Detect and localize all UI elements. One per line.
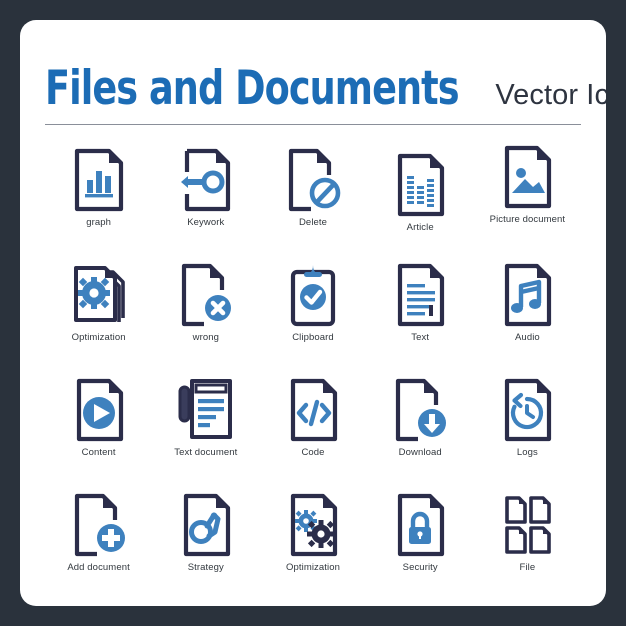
- icon-label: Clipboard: [292, 332, 334, 343]
- icon-label: Audio: [515, 332, 540, 343]
- icon-label: Security: [402, 562, 438, 573]
- icon-cell-wrong[interactable]: wrong: [152, 262, 259, 377]
- icon-cell-keywork[interactable]: Keywork: [152, 147, 259, 262]
- document-gears-icon: [281, 492, 345, 558]
- icon-cell-audio[interactable]: Audio: [474, 262, 581, 377]
- four-documents-grid-icon: [495, 492, 559, 558]
- icon-label: Add document: [67, 562, 130, 573]
- icon-cell-content[interactable]: Content: [45, 377, 152, 492]
- icon-label: Article: [406, 222, 434, 233]
- icon-cell-security[interactable]: Security: [367, 492, 474, 606]
- icon-label: Delete: [298, 217, 328, 228]
- document-equalizer-icon: [388, 152, 452, 218]
- header: Files and Documents Vector Icons: [45, 61, 606, 144]
- document-clock-icon: [495, 377, 559, 443]
- icon-cell-add-document[interactable]: Add document: [45, 492, 152, 606]
- document-music-note-icon: [495, 262, 559, 328]
- document-key-icon: [174, 147, 238, 213]
- icon-cell-clipboard[interactable]: Clipboard: [259, 265, 366, 377]
- icon-label: wrong: [192, 332, 219, 343]
- document-play-icon: [67, 377, 131, 443]
- icon-row: Add document Strategy Optimization Secur…: [45, 492, 581, 606]
- document-image-icon: [495, 144, 559, 210]
- poster-page: Files and Documents Vector Icons: [0, 0, 626, 626]
- documents-stack-gear-icon: [67, 262, 131, 328]
- icon-cell-file[interactable]: File: [474, 495, 581, 606]
- white-card: Files and Documents Vector Icons: [20, 20, 606, 606]
- icon-cell-strategy[interactable]: Strategy: [152, 492, 259, 606]
- title-row: Files and Documents Vector Icons: [45, 61, 606, 116]
- icon-row: graph Keywork Delete Article Picture doc…: [45, 145, 581, 262]
- icon-row: Content Text document Code Download Logs: [45, 377, 581, 492]
- document-cross-icon: [174, 262, 238, 328]
- icon-cell-text-document[interactable]: Text document: [152, 377, 259, 492]
- icon-label: File: [519, 562, 536, 573]
- icon-label: Strategy: [187, 562, 224, 573]
- document-lines-icon: [388, 262, 452, 328]
- icon-cell-optimization-stack[interactable]: Optimization: [45, 265, 152, 377]
- page-title: Files and Documents: [45, 61, 460, 116]
- icon-label: Code: [301, 447, 325, 458]
- icon-label: Optimization: [71, 332, 126, 343]
- header-divider: [45, 124, 581, 125]
- icon-cell-graph[interactable]: graph: [45, 147, 152, 262]
- icon-cell-code[interactable]: Code: [259, 377, 366, 492]
- icon-label: Optimization: [286, 562, 340, 573]
- icon-label: Keywork: [187, 217, 225, 228]
- document-plus-icon: [67, 492, 131, 558]
- document-download-arrow-icon: [388, 377, 452, 443]
- icon-label: graph: [86, 217, 111, 228]
- icon-cell-optimization-gears[interactable]: Optimization: [259, 492, 366, 606]
- icon-grid: graph Keywork Delete Article Picture doc…: [45, 145, 581, 600]
- icon-label: Text document: [174, 447, 238, 458]
- document-bar-chart-icon: [67, 147, 131, 213]
- clipboard-check-icon: [281, 262, 345, 328]
- notepad-lines-icon: [174, 377, 238, 443]
- icon-cell-article[interactable]: Article: [367, 150, 474, 262]
- document-forbidden-icon: [281, 147, 345, 213]
- page-subtitle: Vector Icons: [495, 79, 606, 111]
- document-code-icon: [281, 377, 345, 443]
- icon-cell-delete[interactable]: Delete: [259, 147, 366, 262]
- icon-cell-logs[interactable]: Logs: [474, 377, 581, 492]
- icon-label: Content: [81, 447, 116, 458]
- document-lock-icon: [388, 492, 452, 558]
- icon-label: Text: [411, 332, 430, 343]
- icon-label: Picture document: [489, 214, 566, 225]
- icon-cell-download[interactable]: Download: [367, 377, 474, 492]
- icon-cell-picture[interactable]: Picture document: [474, 145, 581, 262]
- icon-label: Logs: [516, 447, 538, 458]
- icon-label: Download: [398, 447, 442, 458]
- icon-cell-text[interactable]: Text: [367, 262, 474, 377]
- icon-row: Optimization wrong Clipboard Text Audio: [45, 262, 581, 377]
- document-knight-icon: [174, 492, 238, 558]
